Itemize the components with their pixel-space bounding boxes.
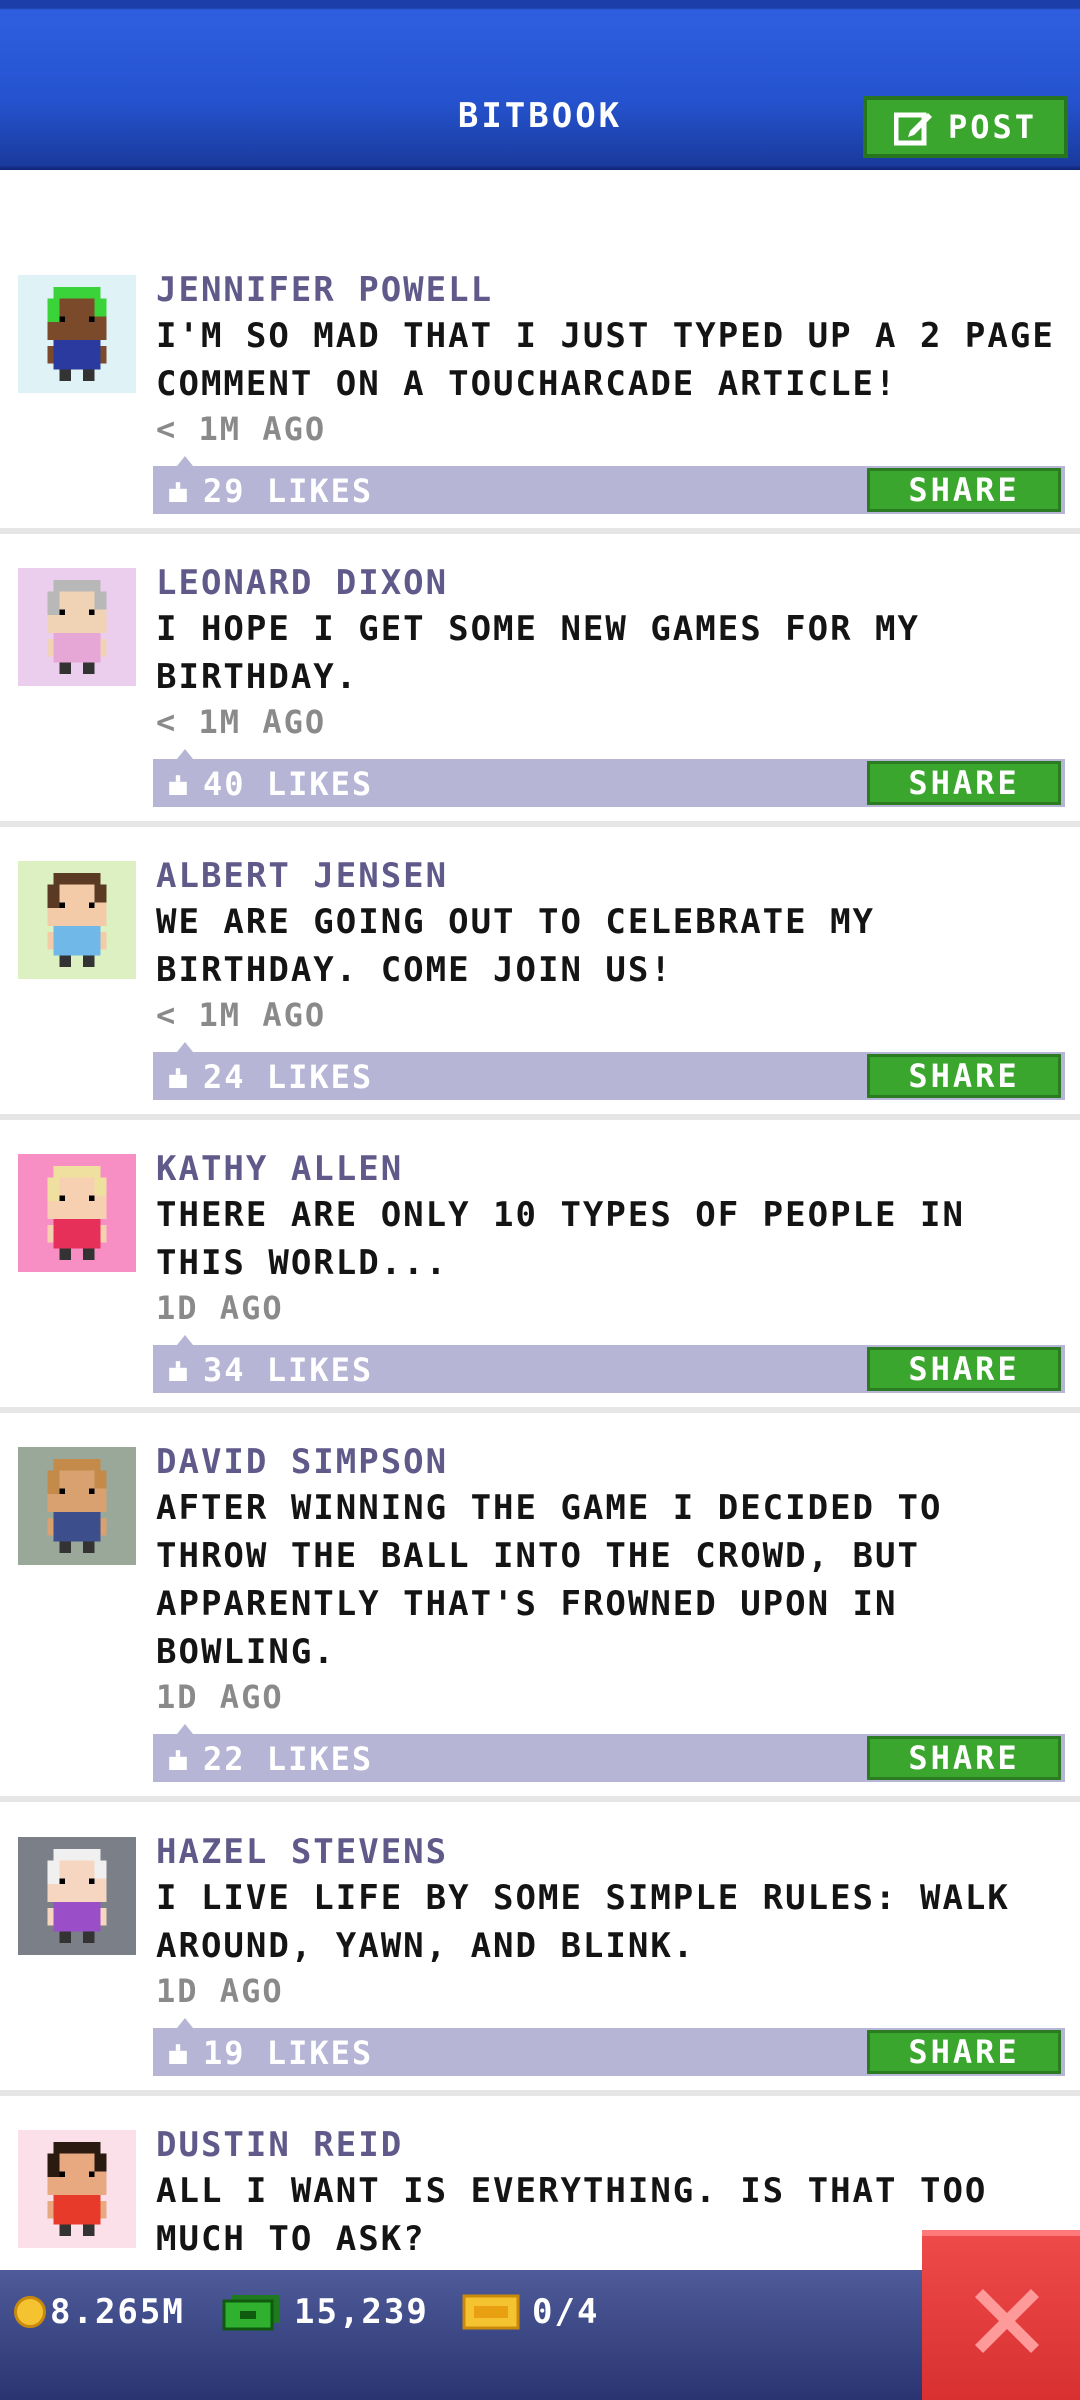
cash-value: 15,239 xyxy=(294,2292,429,2332)
post-message: I'M SO MAD THAT I JUST TYPED UP A 2 PAGE… xyxy=(156,316,1055,404)
avatar[interactable] xyxy=(18,1447,136,1565)
divider xyxy=(0,821,1080,827)
cash-icon xyxy=(222,2295,280,2331)
post-timestamp: < 1M AGO xyxy=(156,996,327,1034)
post-timestamp: 1D AGO xyxy=(156,1972,284,2010)
post-message: AFTER WINNING THE GAME I DECIDED TO THRO… xyxy=(156,1488,943,1672)
share-button[interactable]: SHARE xyxy=(867,1054,1061,1098)
close-icon xyxy=(975,2289,1039,2353)
divider xyxy=(0,1114,1080,1120)
share-button[interactable]: SHARE xyxy=(867,1736,1061,1780)
close-button[interactable] xyxy=(922,2230,1080,2400)
like-count: 19 LIKES xyxy=(203,2034,374,2072)
post-author[interactable]: KATHY ALLEN xyxy=(156,1149,403,1189)
post-timestamp: 1D AGO xyxy=(156,1678,284,1716)
avatar[interactable] xyxy=(18,861,136,979)
edit-icon xyxy=(893,112,932,146)
post-message: I HOPE I GET SOME NEW GAMES FOR MY BIRTH… xyxy=(156,609,920,697)
avatar[interactable] xyxy=(18,2130,136,2248)
avatar[interactable] xyxy=(18,1154,136,1272)
share-button[interactable]: SHARE xyxy=(867,1347,1061,1391)
like-bar[interactable]: 34 LIKES SHARE xyxy=(153,1335,1065,1393)
avatar[interactable] xyxy=(18,1837,136,1955)
coins-counter: 8.265M xyxy=(14,2292,185,2332)
app-header: BITBOOK POST xyxy=(0,0,1080,170)
like-bar[interactable]: 40 LIKES SHARE xyxy=(153,749,1065,807)
thumbs-up-icon xyxy=(169,2044,187,2064)
like-bar[interactable]: 24 LIKES SHARE xyxy=(153,1042,1065,1100)
like-bar-notch xyxy=(177,1724,193,1734)
avatar[interactable] xyxy=(18,275,136,393)
like-count: 40 LIKES xyxy=(203,765,374,803)
post-message: I LIVE LIFE BY SOME SIMPLE RULES: WALK A… xyxy=(156,1878,1010,1966)
like-bar-notch xyxy=(177,749,193,759)
ticket-icon xyxy=(462,2294,520,2330)
post-message: WE ARE GOING OUT TO CELEBRATE MY BIRTHDA… xyxy=(156,902,876,990)
thumbs-up-icon xyxy=(169,1750,187,1770)
coins-value: 8.265M xyxy=(50,2292,185,2332)
like-bar[interactable]: 29 LIKES SHARE xyxy=(153,456,1065,514)
post-timestamp: < 1M AGO xyxy=(156,703,327,741)
post-button-label: POST xyxy=(947,108,1038,146)
post-author[interactable]: LEONARD DIXON xyxy=(156,563,448,603)
status-bar: 8.265M 15,239 0/4 xyxy=(0,2270,1080,2400)
post-timestamp: < 1M AGO xyxy=(156,410,327,448)
post-author[interactable]: DUSTIN REID xyxy=(156,2125,403,2165)
like-count: 24 LIKES xyxy=(203,1058,374,1096)
thumbs-up-icon xyxy=(169,482,187,502)
post-timestamp: 1D AGO xyxy=(156,1289,284,1327)
thumbs-up-icon xyxy=(169,1068,187,1088)
divider xyxy=(0,2090,1080,2096)
post-author[interactable]: ALBERT JENSEN xyxy=(156,856,448,896)
avatar[interactable] xyxy=(18,568,136,686)
post-author[interactable]: HAZEL STEVENS xyxy=(156,1832,448,1872)
like-bar[interactable]: 19 LIKES SHARE xyxy=(153,2018,1065,2076)
like-count: 29 LIKES xyxy=(203,472,374,510)
divider xyxy=(0,1796,1080,1802)
cash-counter: 15,239 xyxy=(222,2292,429,2332)
share-button[interactable]: SHARE xyxy=(867,468,1061,512)
like-count: 22 LIKES xyxy=(203,1740,374,1778)
like-bar-notch xyxy=(177,456,193,466)
like-bar[interactable]: 22 LIKES SHARE xyxy=(153,1724,1065,1782)
post-button[interactable]: POST xyxy=(863,96,1068,158)
thumbs-up-icon xyxy=(169,775,187,795)
like-bar-notch xyxy=(177,1042,193,1052)
like-bar-notch xyxy=(177,1335,193,1345)
coin-icon xyxy=(14,2296,46,2328)
share-button[interactable]: SHARE xyxy=(867,2030,1061,2074)
divider xyxy=(0,528,1080,534)
like-bar-notch xyxy=(177,2018,193,2028)
post-message: THERE ARE ONLY 10 TYPES OF PEOPLE IN THI… xyxy=(156,1195,965,1283)
divider xyxy=(0,1407,1080,1413)
tickets-counter: 0/4 xyxy=(462,2292,599,2332)
post-author[interactable]: JENNIFER POWELL xyxy=(156,270,493,310)
post-author[interactable]: DAVID SIMPSON xyxy=(156,1442,448,1482)
thumbs-up-icon xyxy=(169,1361,187,1381)
share-button[interactable]: SHARE xyxy=(867,761,1061,805)
tickets-value: 0/4 xyxy=(532,2292,600,2332)
like-count: 34 LIKES xyxy=(203,1351,374,1389)
